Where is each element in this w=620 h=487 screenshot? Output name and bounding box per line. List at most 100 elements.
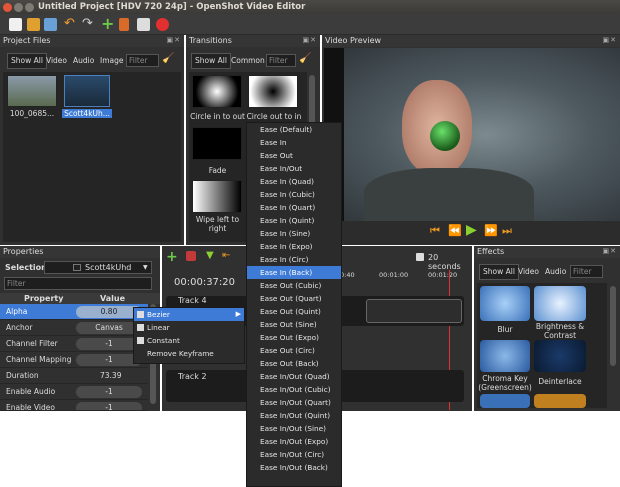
easing-option[interactable]: Ease In/Out (Circ) [247,448,341,461]
tab-common[interactable]: Common [231,54,265,68]
easing-option[interactable]: Ease In (Expo) [247,240,341,253]
panel-float-close-icon[interactable]: ▣✕ [603,247,617,255]
add-files-icon[interactable]: + [101,14,114,33]
clear-filter-icon[interactable]: 🧹 [162,53,174,64]
maximize-window-button[interactable] [25,2,34,12]
property-row-channel-mapping[interactable]: Channel Mapping -1 [0,352,148,368]
property-row-duration[interactable]: Duration 73.39 [0,368,148,384]
save-project-icon[interactable] [44,18,57,31]
easing-option[interactable]: Ease In/Out (Quart) [247,396,341,409]
easing-option[interactable]: Ease Out (Back) [247,357,341,370]
previous-marker-icon[interactable]: ⇤ [222,250,230,261]
transitions-filter-input[interactable]: Filter [266,54,296,67]
open-project-icon[interactable] [27,18,40,31]
jump-start-icon[interactable]: ⏮ [430,224,440,238]
property-row-anchor[interactable]: Anchor Canvas [0,320,148,336]
tab-video[interactable]: Video [46,54,67,68]
easing-option[interactable]: Ease In (Sine) [247,227,341,240]
easing-option[interactable]: Ease In/Out [247,162,341,175]
easing-option[interactable]: Ease In (Quart) [247,201,341,214]
tab-show-all[interactable]: Show All [479,264,519,280]
minimize-window-button[interactable] [14,2,23,12]
effect-thumb-brightness[interactable] [534,286,586,321]
easing-option[interactable]: Ease Out (Quint) [247,305,341,318]
menu-item-bezier[interactable]: Bezier ▶ [134,308,244,321]
easing-option[interactable]: Ease In/Out (Sine) [247,422,341,435]
add-track-icon[interactable]: + [166,249,178,265]
effect-label-0: Blur [497,325,513,334]
effect-thumb-6[interactable] [534,394,586,408]
file-thumb-0[interactable] [7,75,57,107]
menu-item-linear[interactable]: Linear [134,321,244,334]
tab-show-all[interactable]: Show All [191,53,231,69]
properties-filter-input[interactable]: Filter [4,277,152,290]
panel-float-close-icon[interactable]: ▣✕ [303,36,317,44]
easing-option[interactable]: Ease Out (Quart) [247,292,341,305]
effects-filter-input[interactable]: Filter [570,265,603,278]
rewind-icon[interactable]: ⏪ [448,224,462,237]
property-row-channel-filter[interactable]: Channel Filter -1 [0,336,148,352]
fast-forward-icon[interactable]: ⏩ [484,224,498,237]
clip-bar[interactable] [366,299,462,323]
tab-image[interactable]: Image [100,54,124,68]
easing-option[interactable]: Ease Out (Expo) [247,331,341,344]
property-row-alpha[interactable]: Alpha 0.80 [0,304,148,320]
easing-option[interactable]: Ease In/Out (Back) [247,461,341,474]
property-value[interactable]: -1 [76,402,142,410]
marker-icon[interactable]: ▼ [206,250,214,261]
easing-option[interactable]: Ease In (Circ) [247,253,341,266]
choose-profile-icon[interactable] [119,18,129,31]
effect-label-2: Chroma Key (Greenscreen) [478,374,532,392]
effect-thumb-5[interactable] [480,394,530,408]
panel-float-close-icon[interactable]: ▣✕ [603,36,617,44]
easing-option[interactable]: Ease Out (Circ) [247,344,341,357]
col-value-header: Value [100,294,126,303]
tab-audio[interactable]: Audio [73,54,94,68]
easing-option[interactable]: Ease In/Out (Quint) [247,409,341,422]
effect-thumb-deinterlace[interactable] [534,340,586,372]
property-name: Channel Mapping [6,355,72,364]
tab-audio[interactable]: Audio [545,265,566,279]
properties-rows: Alpha 0.80 Anchor Canvas Channel Filter … [0,304,148,411]
clear-filter-icon[interactable]: 🧹 [299,53,311,64]
easing-option[interactable]: Ease In (Quad) [247,175,341,188]
transition-thumb-3[interactable] [192,180,242,213]
easing-option[interactable]: Ease In/Out (Expo) [247,435,341,448]
transition-thumb-0[interactable] [192,75,242,108]
effect-thumb-blur[interactable] [480,286,530,321]
easing-option[interactable]: Ease Out (Sine) [247,318,341,331]
easing-option[interactable]: Ease (Default) [247,123,341,136]
effects-scrollbar[interactable] [610,286,616,366]
panel-float-close-icon[interactable]: ▣✕ [167,36,181,44]
selection-dropdown[interactable]: Scott4kUhd ▼ [44,261,152,274]
undo-icon[interactable]: ↶ [64,16,75,31]
easing-option[interactable]: Ease In (Back) [247,266,341,279]
export-icon[interactable] [156,18,169,31]
easing-option[interactable]: Ease In [247,136,341,149]
snap-icon[interactable] [186,251,196,261]
property-row-enable-audio[interactable]: Enable Audio -1 [0,384,148,400]
redo-icon[interactable]: ↷ [82,16,93,31]
easing-option[interactable]: Ease Out [247,149,341,162]
file-thumb-1[interactable] [64,75,110,107]
project-files-filter-input[interactable]: Filter [126,54,159,67]
transition-thumb-1[interactable] [248,75,298,108]
jump-end-icon[interactable]: ⏭ [502,224,512,238]
property-row-enable-video[interactable]: Enable Video -1 [0,400,148,411]
new-project-icon[interactable] [9,18,22,31]
easing-option[interactable]: Ease In (Quint) [247,214,341,227]
tab-show-all[interactable]: Show All [7,53,47,69]
menu-item-constant[interactable]: Constant [134,334,244,347]
transition-thumb-2[interactable] [192,127,242,160]
fullscreen-icon[interactable] [137,18,150,31]
play-icon[interactable]: ▶ [466,222,477,238]
menu-item-remove-keyframe[interactable]: Remove Keyframe [134,347,244,360]
easing-option[interactable]: Ease Out (Cubic) [247,279,341,292]
easing-option[interactable]: Ease In (Cubic) [247,188,341,201]
property-value[interactable]: -1 [76,386,142,398]
tab-video[interactable]: Video [518,265,539,279]
easing-option[interactable]: Ease In/Out (Quad) [247,370,341,383]
close-window-button[interactable] [3,2,12,12]
effect-thumb-chroma[interactable] [480,340,530,372]
easing-option[interactable]: Ease In/Out (Cubic) [247,383,341,396]
